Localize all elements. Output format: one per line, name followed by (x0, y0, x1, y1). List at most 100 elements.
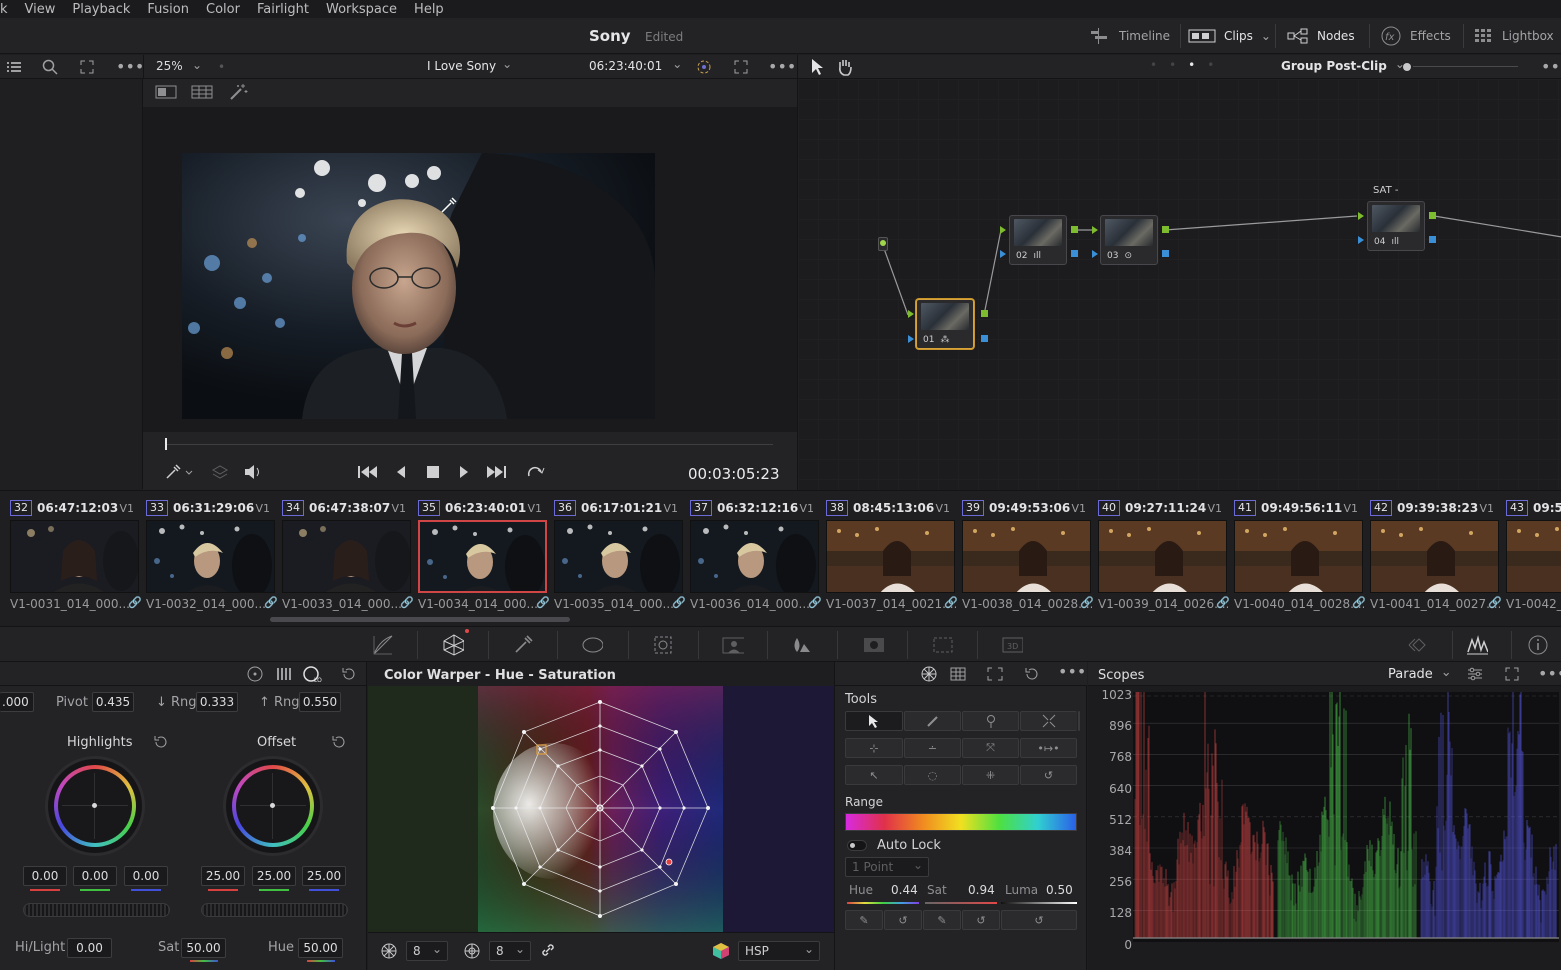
reset-warper-icon[interactable] (1023, 666, 1041, 682)
menu-item-fusion[interactable]: Fusion (139, 1, 198, 18)
clip-thumbnail-41[interactable]: 41 09:49:56:11 V1 V1-0040_014_0028.... 🔗 (1224, 499, 1366, 611)
menu-item-k[interactable]: k (0, 1, 17, 18)
layers-icon[interactable] (211, 464, 229, 480)
hue-reset-button[interactable]: ↺ (884, 910, 922, 930)
node-04-input[interactable] (1358, 212, 1364, 220)
zoom-select[interactable]: 25% ⌄ (143, 55, 208, 79)
wheel-puck[interactable] (270, 803, 275, 808)
node-graph[interactable]: 01 ⁂ 02 ıll 03 ⊙ SAT - 04 ıll (797, 79, 1561, 490)
source-timecode[interactable]: 06:23:40:01 ⌄ (589, 57, 682, 73)
more-options-icon[interactable]: ••• (768, 57, 796, 76)
more-options-icon[interactable]: ••• (1058, 662, 1086, 681)
brush-tool-button[interactable] (904, 711, 961, 731)
hand-icon[interactable] (836, 58, 854, 76)
clip-image[interactable] (1370, 520, 1499, 593)
node-01-key-input[interactable] (908, 335, 914, 343)
viewer-frame[interactable] (182, 153, 655, 419)
node-01-output[interactable] (981, 310, 988, 317)
more-options-icon[interactable]: ••• (1541, 57, 1561, 76)
playhead[interactable] (165, 438, 167, 450)
zoom-slider-track[interactable] (1413, 66, 1518, 67)
node-03-input[interactable] (1092, 226, 1098, 234)
node-03-output[interactable] (1162, 226, 1169, 233)
link-icon[interactable] (540, 942, 556, 958)
highlight-mode-icon[interactable] (694, 58, 714, 76)
menu-item-fairlight[interactable]: Fairlight (249, 1, 318, 18)
select-mode-button[interactable]: ↖ (845, 765, 903, 785)
clip-thumbnail-35[interactable]: 35 06:23:40:01 V1 V1-0034_014_000... 🔗 (408, 499, 550, 611)
clip-image[interactable] (146, 520, 275, 593)
hue-field[interactable]: 50.00 (298, 938, 343, 958)
highlights-master-jog[interactable] (23, 903, 170, 917)
more-options-icon[interactable]: ••• (1538, 664, 1561, 683)
clip-image[interactable] (418, 520, 547, 593)
go-to-end-icon[interactable] (485, 465, 507, 479)
sat-reset-button[interactable]: ↺ (962, 910, 1000, 930)
more-options-icon[interactable]: ••• (116, 57, 144, 76)
split-view-icon[interactable] (191, 85, 213, 99)
highlights-red[interactable]: 0.00 (23, 866, 67, 886)
node-02-key-output[interactable] (1071, 250, 1078, 257)
highlights-wheel[interactable] (48, 759, 142, 853)
highlights-green[interactable]: 0.00 (73, 866, 117, 886)
pin-selection-button[interactable]: •↦• (1020, 738, 1077, 758)
zoom-slider-handle[interactable] (1403, 63, 1411, 71)
add-point-button[interactable]: ⊹ (845, 738, 903, 758)
menu-item-view[interactable]: View (17, 1, 65, 18)
offset-green[interactable]: 25.00 (252, 866, 296, 886)
node-mode-select[interactable]: Group Post-Clip ⌄ (1281, 57, 1405, 73)
volume-icon[interactable] (243, 464, 263, 480)
info-icon[interactable] (1527, 634, 1549, 656)
node-03-key-input[interactable] (1092, 250, 1098, 258)
clip-image[interactable] (1098, 520, 1227, 593)
expand-warper-icon[interactable] (986, 666, 1004, 682)
clip-thumbnail-38[interactable]: 38 08:45:13:06 V1 V1-0037_014_0021.... 🔗 (816, 499, 958, 611)
clip-thumbnail-43[interactable]: 43 09:5 V1-0042_ (1496, 499, 1561, 611)
clip-thumbnail-34[interactable]: 34 06:47:38:07 V1 V1-0033_014_000... 🔗 (272, 499, 414, 611)
color-space-select[interactable]: HSP ⌄ (738, 941, 820, 961)
sat-field[interactable]: 50.00 (181, 938, 226, 958)
pin-all-button[interactable]: ⤧ (962, 738, 1019, 758)
reset-icon[interactable] (340, 666, 358, 682)
qualifier-icon[interactable] (512, 634, 534, 656)
warper-mode-icon[interactable] (920, 666, 938, 682)
loop-icon[interactable] (524, 464, 546, 480)
clip-thumbnail-40[interactable]: 40 09:27:11:24 V1 V1-0039_014_0026.... 🔗 (1088, 499, 1230, 611)
range-spectrum[interactable] (845, 813, 1077, 831)
clip-thumbnail-36[interactable]: 36 06:17:01:21 V1 V1-0035_014_000... 🔗 (544, 499, 686, 611)
single-view-icon[interactable] (155, 85, 177, 99)
clip-image[interactable] (10, 520, 139, 593)
tool-hue-value[interactable]: 0.44 (891, 883, 918, 897)
select-tool-button[interactable] (845, 711, 903, 731)
node-02[interactable]: 02 ıll (1009, 215, 1067, 265)
reset-offset-icon[interactable] (330, 734, 346, 750)
menu-item-color[interactable]: Color (198, 1, 249, 18)
pivot-field[interactable]: 0.435 (92, 692, 134, 712)
clip-thumbnail-37[interactable]: 37 06:32:12:16 V1 V1-0036_014_000... 🔗 (680, 499, 822, 611)
magic-wand-icon[interactable] (229, 83, 249, 101)
hue-picker-button[interactable]: ✎ (845, 910, 883, 930)
node-02-input[interactable] (1000, 226, 1006, 234)
warper-canvas[interactable] (368, 686, 834, 932)
sizing-icon[interactable] (931, 634, 953, 656)
color-warper-icon[interactable] (442, 634, 464, 656)
clip-thumbnail-33[interactable]: 33 06:31:29:06 V1 V1-0032_014_000... 🔗 (136, 499, 278, 611)
scrubber-track[interactable] (165, 444, 773, 445)
menu-item-help[interactable]: Help (406, 1, 453, 18)
primaries-bars-icon[interactable] (275, 666, 293, 682)
offset-red[interactable]: 25.00 (201, 866, 245, 886)
reset-selection-button[interactable]: ↺ (1020, 765, 1077, 785)
power-window-icon[interactable] (581, 634, 603, 656)
key-icon[interactable] (862, 634, 884, 656)
node-02-output[interactable] (1071, 226, 1078, 233)
play-reverse-icon[interactable] (395, 465, 407, 479)
node-03[interactable]: 03 ⊙ (1100, 215, 1158, 265)
page-dots[interactable]: •••• (1150, 58, 1226, 72)
menu-item-playback[interactable]: Playback (64, 1, 139, 18)
grid-mode-icon[interactable] (949, 666, 967, 682)
primaries-wheels-icon[interactable] (246, 666, 264, 682)
offset-blue[interactable]: 25.00 (302, 866, 346, 886)
clip-image[interactable] (554, 520, 683, 593)
offset-wheel[interactable] (226, 759, 320, 853)
scope-expand-icon[interactable] (1504, 666, 1520, 682)
